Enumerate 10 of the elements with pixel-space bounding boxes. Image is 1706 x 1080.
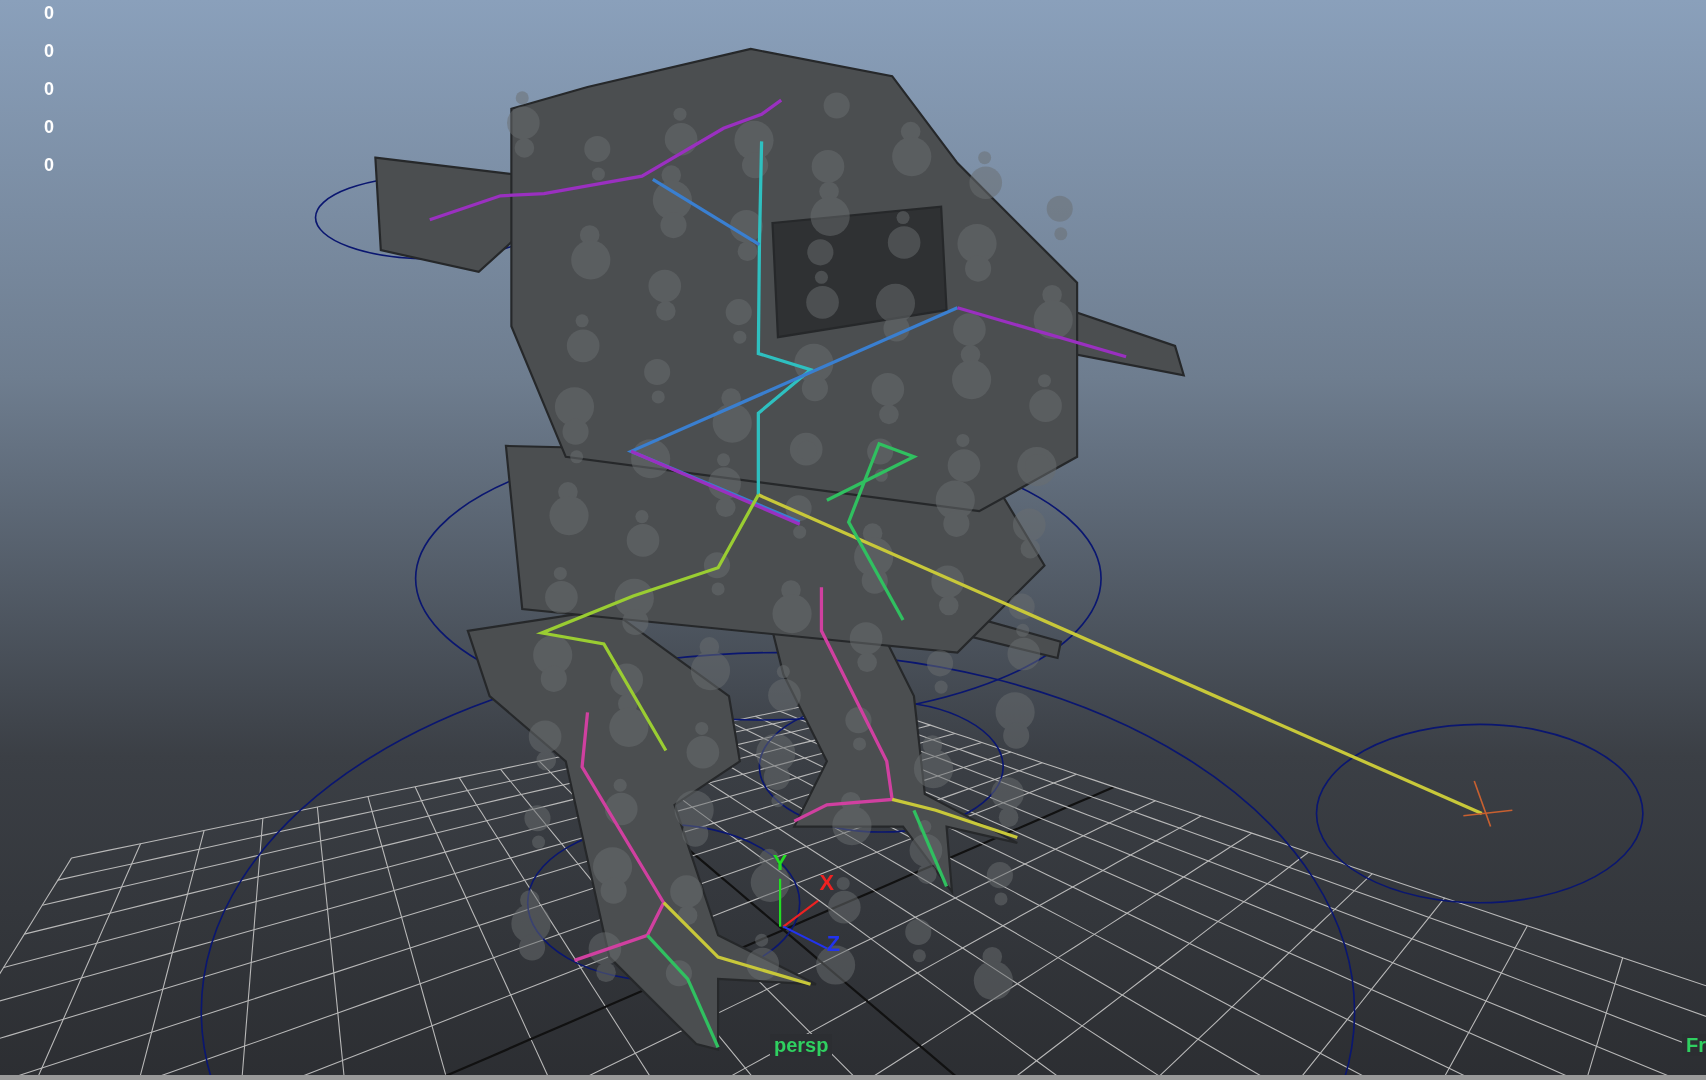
hud-value: 0	[44, 116, 54, 138]
axis-label: Z	[826, 930, 841, 956]
locator-drawing	[1462, 780, 1514, 828]
hud-value: 0	[44, 78, 54, 100]
hud-value: 0	[44, 2, 54, 24]
axis-label: X	[819, 869, 835, 895]
axis-label: Y	[772, 850, 788, 876]
camera-label: persp	[770, 1034, 833, 1056]
hud-value: 0	[44, 40, 54, 62]
hud-value: 0	[44, 154, 54, 176]
